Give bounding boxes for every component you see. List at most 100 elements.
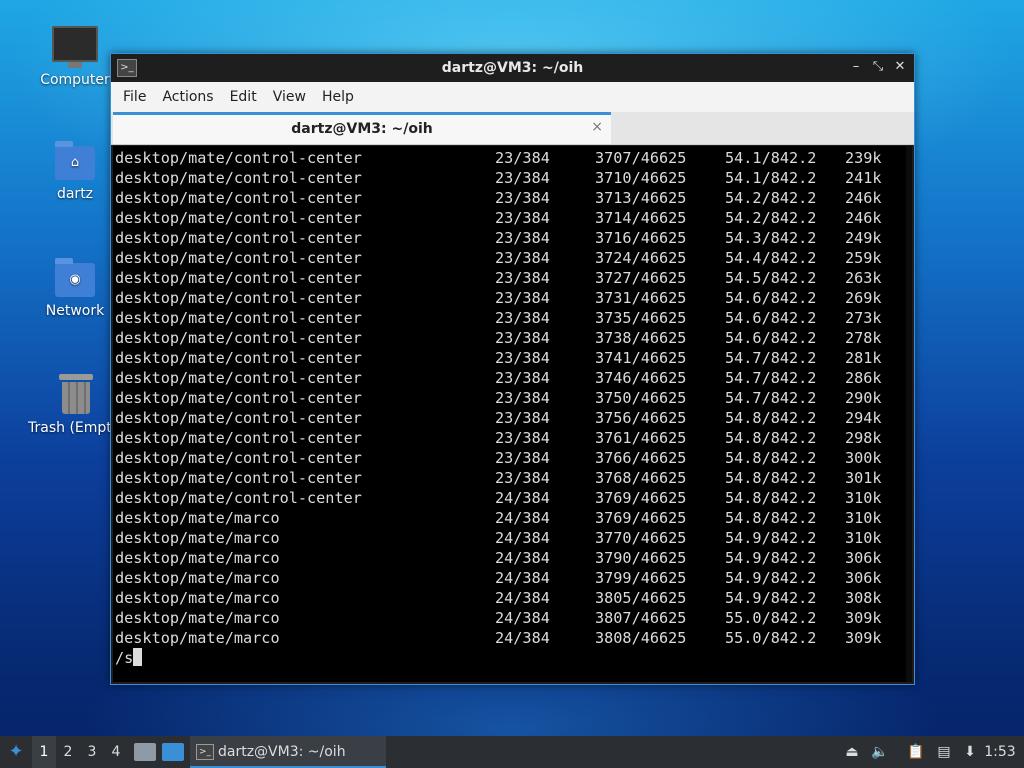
terminal-line: desktop/mate/control-center 23/384 3735/46… (113, 308, 912, 328)
line-files: 3799/46625 (595, 569, 687, 587)
line-files: 3790/46625 (595, 549, 687, 567)
terminal-line: desktop/mate/marco 24/384 3769/46625 54.8/8… (113, 508, 912, 528)
line-packages: 23/384 (495, 269, 550, 287)
line-speed: 246k (845, 209, 882, 227)
menu-bar: File Actions Edit View Help (111, 82, 914, 112)
tab-close-icon[interactable]: × (591, 119, 603, 135)
terminal-output[interactable]: desktop/mate/control-center 23/384 3707/46… (113, 146, 912, 682)
line-speed: 290k (845, 389, 882, 407)
line-size: 55.0/842.2 (725, 629, 817, 647)
line-path: desktop/mate/control-center (115, 309, 362, 327)
eject-icon[interactable]: ⏏ (841, 736, 863, 768)
volume-icon[interactable]: 🔈 (869, 736, 891, 768)
clipboard-icon[interactable]: 📋 (905, 736, 927, 768)
line-path: desktop/mate/control-center (115, 429, 362, 447)
line-packages: 23/384 (495, 209, 550, 227)
terminal-line: desktop/mate/control-center 23/384 3724/46… (113, 248, 912, 268)
menu-help[interactable]: Help (314, 89, 362, 105)
line-size: 54.9/842.2 (725, 589, 817, 607)
terminal-line: desktop/mate/control-center 23/384 3756/46… (113, 408, 912, 428)
line-speed: 241k (845, 169, 882, 187)
line-path: desktop/mate/marco (115, 569, 280, 587)
line-size: 54.8/842.2 (725, 469, 817, 487)
workspace-3[interactable]: 3 (80, 736, 104, 768)
desktop-icon-label: Network (45, 303, 105, 319)
desktop-icon-home[interactable]: ⌂ dartz (27, 141, 123, 202)
line-packages: 23/384 (495, 349, 550, 367)
line-packages: 24/384 (495, 629, 550, 647)
line-size: 54.9/842.2 (725, 529, 817, 547)
line-size: 54.8/842.2 (725, 509, 817, 527)
window-titlebar[interactable]: >_ dartz@VM3: ~/oih – ⤡ ✕ (111, 54, 914, 82)
line-path: desktop/mate/control-center (115, 449, 362, 467)
minimize-button[interactable]: – (848, 58, 864, 76)
line-path: desktop/mate/control-center (115, 469, 362, 487)
line-speed: 269k (845, 289, 882, 307)
line-files: 3741/46625 (595, 349, 687, 367)
line-packages: 23/384 (495, 289, 550, 307)
terminal-line: desktop/mate/control-center 23/384 3713/46… (113, 188, 912, 208)
tab-terminal[interactable]: dartz@VM3: ~/oih × (113, 112, 611, 144)
menu-edit[interactable]: Edit (222, 89, 265, 105)
restore-button[interactable]: ⤡ (870, 58, 886, 76)
line-packages: 24/384 (495, 589, 550, 607)
update-icon[interactable]: ⬇ (959, 736, 981, 768)
desktop-icon-label: Computer (40, 72, 110, 88)
network-icon[interactable]: ▤ (933, 736, 955, 768)
start-menu-button[interactable]: ✦ (4, 736, 28, 768)
terminal-line: desktop/mate/marco 24/384 3799/46625 54.9/8… (113, 568, 912, 588)
line-speed: 263k (845, 269, 882, 287)
terminal-scrollbar[interactable] (906, 146, 912, 682)
line-size: 54.5/842.2 (725, 269, 817, 287)
line-speed: 281k (845, 349, 882, 367)
line-packages: 23/384 (495, 389, 550, 407)
workspace-2[interactable]: 2 (56, 736, 80, 768)
show-desktop-icon[interactable] (162, 743, 184, 761)
workspace-4[interactable]: 4 (104, 736, 128, 768)
desktop-icon-network[interactable]: ◉ Network (27, 258, 123, 319)
line-size: 54.9/842.2 (725, 549, 817, 567)
menu-file[interactable]: File (115, 89, 154, 105)
workspace-1[interactable]: 1 (32, 736, 56, 768)
line-path: desktop/mate/control-center (115, 269, 362, 287)
line-files: 3808/46625 (595, 629, 687, 647)
line-files: 3713/46625 (595, 189, 687, 207)
prompt-text: /s (115, 649, 134, 667)
line-files: 3746/46625 (595, 369, 687, 387)
line-path: desktop/mate/control-center (115, 229, 362, 247)
text-cursor (133, 648, 143, 666)
terminal-line: desktop/mate/marco 24/384 3770/46625 54.9/8… (113, 528, 912, 548)
line-packages: 24/384 (495, 529, 550, 547)
line-speed: 294k (845, 409, 882, 427)
desktop-icon-computer[interactable]: Computer (27, 24, 123, 88)
line-packages: 24/384 (495, 609, 550, 627)
terminal-line: desktop/mate/control-center 24/384 3769/46… (113, 488, 912, 508)
line-speed: 306k (845, 569, 882, 587)
menu-view[interactable]: View (265, 89, 314, 105)
menu-actions[interactable]: Actions (154, 89, 221, 105)
line-files: 3735/46625 (595, 309, 687, 327)
terminal-line: desktop/mate/control-center 23/384 3716/46… (113, 228, 912, 248)
terminal-line: desktop/mate/control-center 23/384 3714/46… (113, 208, 912, 228)
line-size: 54.7/842.2 (725, 369, 817, 387)
line-files: 3727/46625 (595, 269, 687, 287)
line-size: 54.1/842.2 (725, 149, 817, 167)
line-path: desktop/mate/control-center (115, 389, 362, 407)
line-path: desktop/mate/control-center (115, 349, 362, 367)
line-size: 54.6/842.2 (725, 329, 817, 347)
line-size: 54.8/842.2 (725, 449, 817, 467)
terminal-window[interactable]: >_ dartz@VM3: ~/oih – ⤡ ✕ File Actions E… (110, 53, 915, 685)
line-speed: 278k (845, 329, 882, 347)
close-button[interactable]: ✕ (892, 58, 908, 76)
line-packages: 23/384 (495, 169, 550, 187)
line-files: 3769/46625 (595, 509, 687, 527)
line-packages: 23/384 (495, 469, 550, 487)
line-size: 54.4/842.2 (725, 249, 817, 267)
taskbar: ✦ 1 2 3 4 >_ dartz@VM3: ~/oih ⏏ 🔈 📋 ▤ ⬇ … (0, 736, 1024, 768)
terminal-prompt[interactable]: /s (113, 648, 912, 668)
taskbar-item-terminal[interactable]: >_ dartz@VM3: ~/oih (190, 736, 386, 768)
file-manager-launcher-icon[interactable] (134, 743, 156, 761)
line-packages: 23/384 (495, 409, 550, 427)
line-size: 54.8/842.2 (725, 489, 817, 507)
clock[interactable]: 1:53 (982, 736, 1018, 768)
